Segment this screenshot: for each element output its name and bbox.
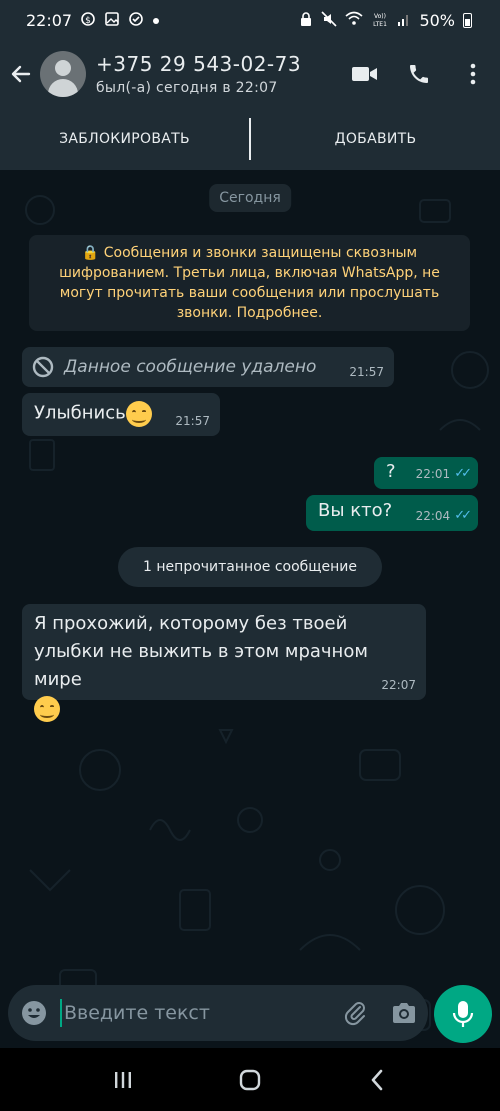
signal-icon (397, 11, 411, 30)
unread-messages-chip: 1 непрочитанное сообщение (118, 547, 382, 587)
svg-text:Vo)): Vo)) (374, 13, 386, 20)
message-meta: 22:04 ✓✓ (415, 508, 472, 523)
status-bar: 22:07 $ Vo)) LTE1 50% (0, 0, 500, 40)
home-icon[interactable] (220, 1055, 280, 1105)
image-icon (104, 11, 120, 30)
last-seen-status: был(-а) сегодня в 22:07 (96, 80, 278, 96)
attach-icon[interactable] (332, 985, 380, 1041)
camera-icon[interactable] (380, 985, 428, 1041)
message-text: Вы кто? (318, 500, 393, 521)
message-text: Данное сообщение удалено (64, 357, 317, 377)
message-incoming[interactable]: Я прохожий, которому без твоей улыбки не… (22, 604, 426, 722)
date-chip: Сегодня (209, 184, 291, 212)
message-text: Улыбнись (34, 402, 126, 424)
message-text: ? (386, 461, 396, 482)
more-icon[interactable] (446, 40, 500, 108)
svg-text:LTE1: LTE1 (374, 21, 388, 27)
back-arrow-icon[interactable] (2, 40, 40, 108)
chat-header: +375 29 543-02-73 был(-а) сегодня в 22:0… (0, 40, 500, 108)
message-outgoing[interactable]: ? 22:01 ✓✓ (374, 457, 478, 489)
phone-icon[interactable] (392, 40, 446, 108)
message-meta: 22:01 ✓✓ (415, 466, 472, 481)
read-ticks-icon: ✓✓ (454, 508, 472, 523)
message-time: 22:07 (381, 678, 416, 692)
encryption-notice[interactable]: 🔒 Сообщения и звонки защищены сквозным ш… (29, 235, 470, 331)
face-holding-back-tears-icon (34, 696, 60, 722)
wifi-icon (345, 11, 363, 30)
message-outgoing[interactable]: Вы кто? 22:04 ✓✓ (306, 495, 478, 531)
avatar[interactable] (40, 51, 86, 97)
mute-icon (321, 10, 338, 30)
battery-icon (463, 12, 472, 28)
emoji-icon[interactable] (8, 985, 60, 1041)
check-circle-icon (128, 11, 144, 30)
message-time: 22:01 (415, 466, 451, 481)
volte-icon: Vo)) LTE1 (371, 11, 389, 30)
dot-icon (152, 13, 160, 28)
read-ticks-icon: ✓✓ (454, 466, 472, 481)
video-call-icon[interactable] (338, 40, 392, 108)
svg-text:$: $ (85, 16, 91, 26)
add-contact-button[interactable]: ДОБАВИТЬ (251, 131, 500, 147)
battery-percent: 50% (419, 10, 455, 30)
message-incoming[interactable]: Улыбнись 21:57 (22, 393, 220, 436)
block-button[interactable]: ЗАБЛОКИРОВАТЬ (0, 131, 249, 147)
money-icon: $ (80, 11, 96, 30)
chat-area[interactable]: Сегодня 🔒 Сообщения и звонки защищены ск… (0, 170, 500, 1048)
unread-label: 1 непрочитанное сообщение (143, 559, 357, 575)
message-input[interactable] (60, 999, 332, 1027)
contact-name: +375 29 543-02-73 (96, 52, 302, 76)
input-bar (0, 978, 500, 1048)
message-time: 22:04 (415, 508, 451, 523)
lock-icon (299, 11, 313, 30)
contact-info[interactable]: +375 29 543-02-73 был(-а) сегодня в 22:0… (96, 52, 338, 96)
back-icon[interactable] (347, 1055, 407, 1105)
encryption-notice-text: 🔒 Сообщения и звонки защищены сквозным ш… (59, 245, 440, 321)
message-time: 21:57 (175, 414, 210, 428)
message-deleted[interactable]: Данное сообщение удалено 21:57 (22, 347, 394, 387)
system-nav-bar (0, 1048, 500, 1111)
recent-apps-icon[interactable] (93, 1055, 153, 1105)
input-pill (8, 985, 428, 1041)
block-add-bar: ЗАБЛОКИРОВАТЬ ДОБАВИТЬ (0, 108, 500, 170)
prohibited-icon (32, 356, 54, 378)
message-time: 21:57 (349, 365, 384, 379)
clock: 22:07 (26, 10, 73, 30)
message-text: Я прохожий, которому без твоей улыбки не… (34, 613, 368, 690)
smiling-face-icon (125, 401, 152, 427)
mic-icon[interactable] (434, 985, 492, 1043)
